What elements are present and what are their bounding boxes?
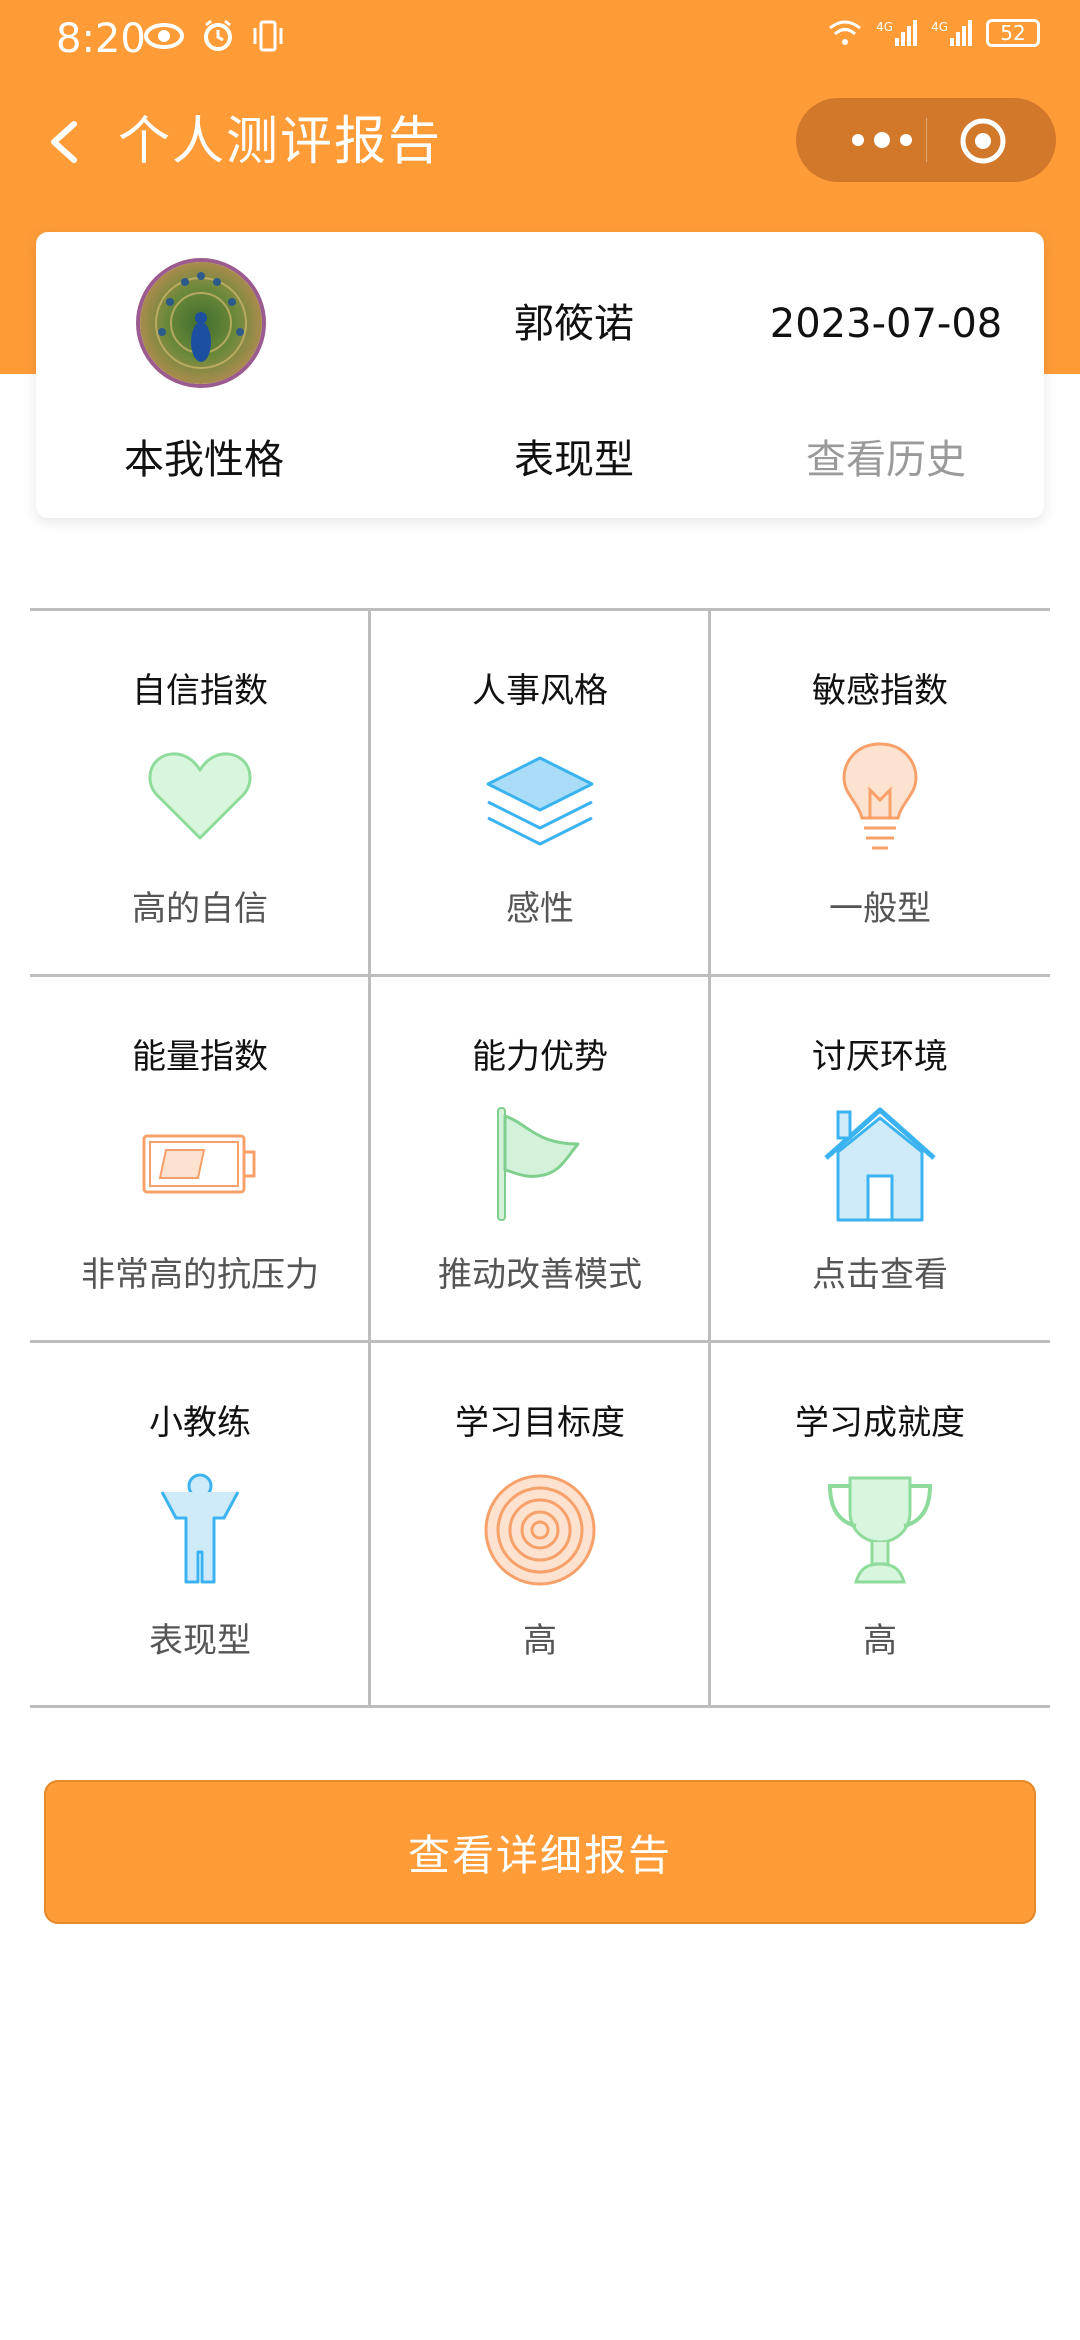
flag-icon — [497, 1107, 580, 1221]
target-icon — [484, 1474, 596, 1586]
grid-item-value: 感性 — [506, 889, 574, 929]
house-icon — [824, 1107, 936, 1222]
grid-item-title: 学习目标度 — [455, 1403, 625, 1443]
capsule-divider — [926, 118, 927, 162]
grid-item-value: 非常高的抗压力 — [81, 1255, 319, 1295]
status-left-icons — [142, 18, 286, 54]
personality-label: 本我性格 — [124, 437, 284, 483]
grid-item-title: 能力优势 — [472, 1037, 608, 1077]
grid-item-disliked-environment[interactable]: 讨厌环境 点击查看 — [710, 974, 1050, 1340]
grid-item-title: 小教练 — [149, 1403, 251, 1443]
grid-item-value: 推动改善模式 — [438, 1255, 642, 1295]
lightbulb-icon — [842, 742, 918, 850]
peacock-avatar-image — [140, 262, 262, 384]
eye-icon — [144, 23, 184, 49]
test-date: 2023-07-08 — [769, 301, 1003, 347]
page-title: 个人测评报告 — [118, 112, 443, 172]
avatar — [136, 258, 266, 388]
network-type-2: 4G — [931, 20, 948, 34]
grid-item-title: 自信指数 — [132, 671, 268, 711]
vibrate-icon — [253, 20, 283, 52]
more-icon[interactable] — [836, 119, 936, 161]
grid-item-title: 能量指数 — [132, 1037, 268, 1077]
back-arrow-icon[interactable] — [36, 110, 96, 174]
grid-item-sensitivity[interactable]: 敏感指数 一般型 — [710, 608, 1050, 974]
trophy-icon — [827, 1476, 933, 1584]
grid-item-value: 高 — [863, 1621, 897, 1661]
grid-item-confidence[interactable]: 自信指数 高的自信 — [30, 608, 370, 974]
miniprogram-capsule — [796, 98, 1056, 182]
layers-icon — [486, 756, 594, 846]
signal-1-icon: 4G — [876, 20, 918, 46]
view-detail-report-button[interactable]: 查看详细报告 — [44, 1780, 1036, 1924]
view-history-link[interactable]: 查看历史 — [736, 432, 1036, 488]
battery-status-icon: 52 — [986, 19, 1040, 47]
status-bar: 8:20 4G 4G 52 — [0, 0, 1080, 78]
indicator-grid: 自信指数 高的自信 人事风格 感性 敏感指数 一般型 能量指数 非常高的抗压力 … — [30, 608, 1050, 1708]
grid-item-learning-goal[interactable]: 学习目标度 高 — [370, 1340, 710, 1706]
grid-item-value: 表现型 — [149, 1621, 251, 1661]
grid-item-value: 高 — [523, 1621, 557, 1661]
status-time: 8:20 — [56, 16, 146, 62]
grid-item-energy[interactable]: 能量指数 非常高的抗压力 — [30, 974, 370, 1340]
user-name: 郭筱诺 — [514, 301, 634, 347]
battery-icon — [142, 1134, 256, 1194]
heart-icon — [148, 752, 252, 840]
signal-2-icon: 4G — [931, 20, 972, 46]
grid-item-title: 敏感指数 — [812, 671, 948, 711]
person-icon — [160, 1473, 240, 1584]
grid-item-ability[interactable]: 能力优势 推动改善模式 — [370, 974, 710, 1340]
status-right-icons: 4G 4G 52 — [828, 18, 1040, 48]
grid-item-title: 讨厌环境 — [812, 1037, 948, 1077]
grid-item-value: 点击查看 — [812, 1255, 948, 1295]
battery-level: 52 — [1000, 21, 1026, 45]
grid-item-social-style[interactable]: 人事风格 感性 — [370, 608, 710, 974]
profile-card: 郭筱诺 2023-07-08 本我性格 表现型 查看历史 — [36, 232, 1044, 518]
wifi-icon — [829, 20, 862, 45]
grid-item-title: 人事风格 — [472, 671, 608, 711]
grid-item-mini-coach[interactable]: 小教练 表现型 — [30, 1340, 370, 1706]
grid-item-value: 高的自信 — [132, 889, 268, 929]
close-miniprogram-icon[interactable] — [958, 116, 1008, 166]
personality-type: 表现型 — [514, 437, 634, 483]
alarm-icon — [204, 19, 232, 51]
grid-item-learning-achievement[interactable]: 学习成就度 高 — [710, 1340, 1050, 1706]
grid-item-title: 学习成就度 — [795, 1403, 965, 1443]
network-type-1: 4G — [876, 20, 894, 34]
grid-item-value: 一般型 — [829, 889, 931, 929]
